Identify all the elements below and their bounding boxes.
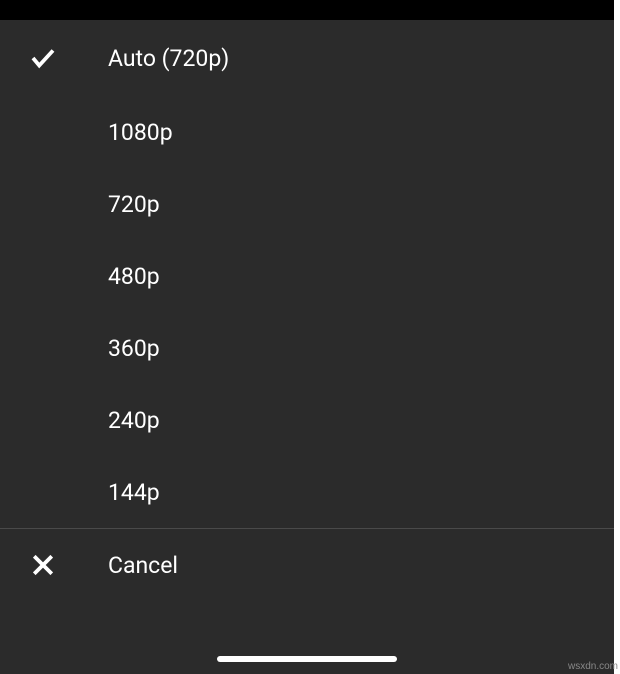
quality-option-label: 1080p (108, 119, 173, 146)
check-icon (0, 43, 108, 73)
cancel-button[interactable]: Cancel (0, 529, 614, 601)
quality-option-1080p[interactable]: 1080p (0, 96, 614, 168)
quality-options-list: Auto (720p) 1080p 720p 480p 360p 240p 14… (0, 20, 614, 528)
quality-option-144p[interactable]: 144p (0, 456, 614, 528)
quality-option-360p[interactable]: 360p (0, 312, 614, 384)
status-bar (0, 0, 614, 20)
quality-option-label: Auto (720p) (108, 45, 229, 72)
quality-option-auto[interactable]: Auto (720p) (0, 20, 614, 96)
quality-option-label: 480p (108, 263, 160, 290)
cancel-label: Cancel (108, 552, 178, 579)
quality-option-720p[interactable]: 720p (0, 168, 614, 240)
quality-option-label: 720p (108, 191, 160, 218)
close-icon (0, 550, 108, 580)
quality-option-240p[interactable]: 240p (0, 384, 614, 456)
watermark: wsxdn.com (568, 661, 618, 672)
quality-option-label: 144p (108, 479, 160, 506)
quality-menu: Auto (720p) 1080p 720p 480p 360p 240p 14… (0, 20, 614, 674)
quality-option-label: 240p (108, 407, 160, 434)
home-indicator[interactable] (217, 656, 397, 662)
quality-option-480p[interactable]: 480p (0, 240, 614, 312)
quality-option-label: 360p (108, 335, 160, 362)
